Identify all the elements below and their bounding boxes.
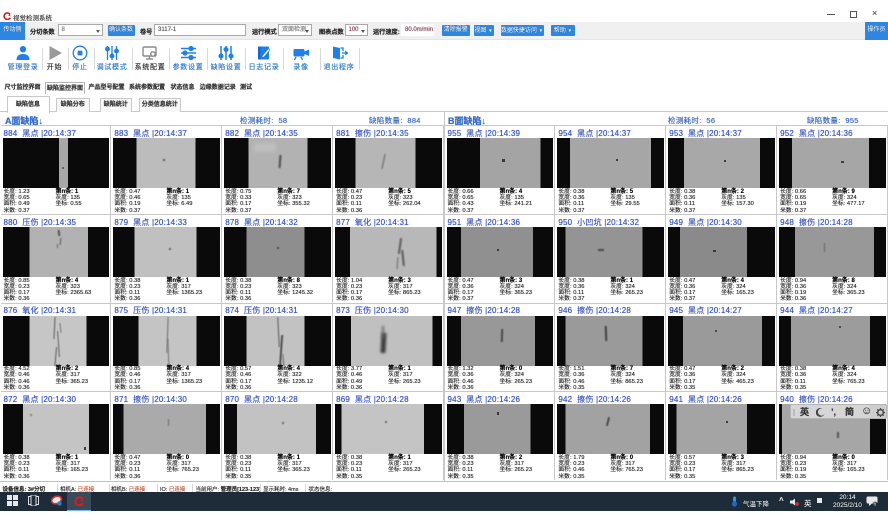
svg-text:6: 6 (874, 502, 877, 507)
